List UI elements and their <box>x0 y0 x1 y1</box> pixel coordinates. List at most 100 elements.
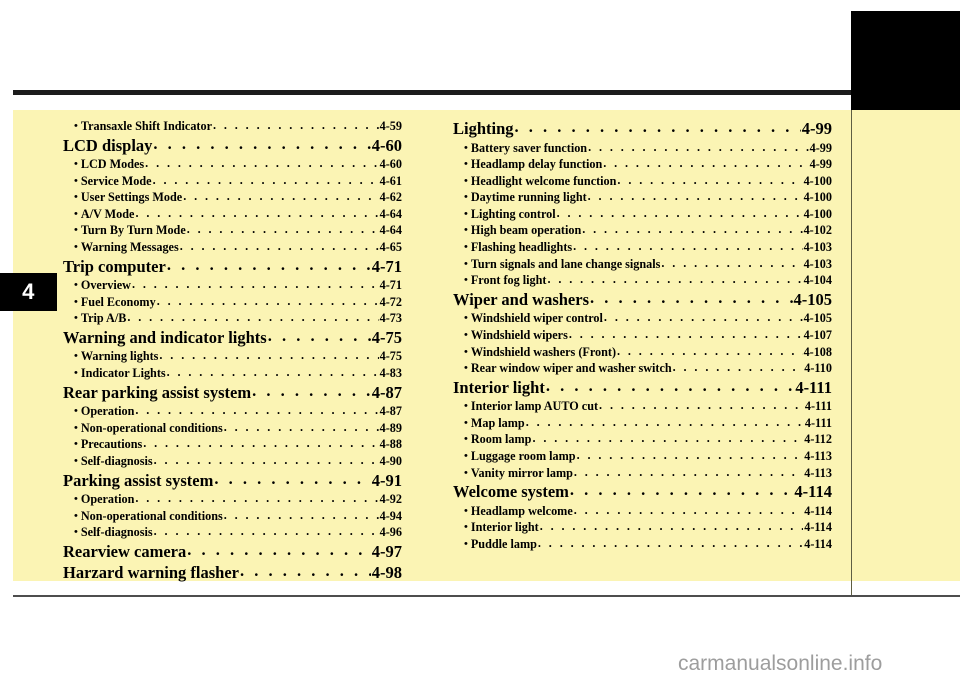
toc-subsection-entry[interactable]: • Non-operational conditions. . . . . . .… <box>63 420 402 437</box>
leader-dots: . . . . . . . . . . . . . . . . . . . . … <box>617 343 803 358</box>
leader-dots: . . . . . . . . . . . . . . . . . . . . … <box>214 468 370 488</box>
toc-subsection-entry[interactable]: • Headlight welcome function. . . . . . .… <box>453 173 832 190</box>
toc-subsection-entry[interactable]: • Battery saver function. . . . . . . . .… <box>453 140 832 157</box>
toc-entry-page-number: 4-64 <box>379 206 402 221</box>
bullet-icon: • <box>74 279 78 292</box>
toc-entry-title: Lighting <box>453 119 514 138</box>
toc-entry-title: Luggage room lamp <box>470 449 576 463</box>
toc-section-entry[interactable]: Harzard warning flasher. . . . . . . . .… <box>63 561 402 584</box>
toc-subsection-entry[interactable]: • Puddle lamp. . . . . . . . . . . . . . … <box>453 536 832 553</box>
toc-section-entry[interactable]: Wiper and washers. . . . . . . . . . . .… <box>453 287 832 311</box>
leader-dots: . . . . . . . . . . . . . . . . . . . . … <box>603 310 803 325</box>
toc-subsection-entry[interactable]: • Room lamp. . . . . . . . . . . . . . . … <box>453 431 832 448</box>
toc-entry-page-number: 4-102 <box>803 223 832 238</box>
toc-subsection-entry[interactable]: • Non-operational conditions. . . . . . .… <box>63 508 402 525</box>
toc-subsection-entry[interactable]: • Windshield wipers. . . . . . . . . . . … <box>453 327 832 344</box>
toc-entry-title: Interior light <box>470 520 539 535</box>
toc-entry-page-number: 4-72 <box>379 294 402 309</box>
toc-subsection-entry[interactable]: • Map lamp. . . . . . . . . . . . . . . .… <box>453 415 832 432</box>
toc-entry-title: Trip A/B <box>80 311 127 326</box>
toc-subsection-entry[interactable]: • Lighting control. . . . . . . . . . . .… <box>453 206 832 223</box>
toc-subsection-entry[interactable]: • Overview. . . . . . . . . . . . . . . .… <box>63 277 402 294</box>
toc-subsection-entry[interactable]: • Windshield washers (Front). . . . . . .… <box>453 344 832 361</box>
bullet-icon: • <box>74 454 78 467</box>
toc-entry-page-number: 4-60 <box>379 157 402 172</box>
toc-entry-page-number: 4-60 <box>371 135 402 155</box>
toc-section-entry[interactable]: LCD display. . . . . . . . . . . . . . .… <box>63 134 402 157</box>
bullet-icon: • <box>464 257 468 270</box>
toc-subsection-entry[interactable]: • Fuel Economy. . . . . . . . . . . . . .… <box>63 294 402 311</box>
toc-subsection-entry[interactable]: • Interior light. . . . . . . . . . . . .… <box>453 519 832 536</box>
toc-section-entry[interactable]: Warning and indicator lights. . . . . . … <box>63 326 402 349</box>
toc-entry-title: Operation <box>80 492 135 506</box>
toc-entry-page-number: 4-87 <box>379 404 402 419</box>
toc-entry-page-number: 4-75 <box>379 349 402 364</box>
leader-dots: . . . . . . . . . . . . . . . . . . . . … <box>514 117 801 136</box>
leader-dots: . . . . . . . . . . . . . . . . . . . . … <box>568 326 803 341</box>
toc-entry-title: Lighting control <box>470 206 556 221</box>
toc-subsection-entry[interactable]: • Windshield wiper control. . . . . . . .… <box>453 310 832 327</box>
toc-entry-title: Windshield wiper control <box>470 311 603 326</box>
toc-entry-title: Daytime running light <box>470 190 587 205</box>
toc-subsection-entry[interactable]: • High beam operation. . . . . . . . . . … <box>453 222 832 239</box>
bullet-icon: • <box>464 345 468 358</box>
toc-subsection-entry[interactable]: • User Settings Mode. . . . . . . . . . .… <box>63 189 402 206</box>
leader-dots: . . . . . . . . . . . . . . . . . . . . … <box>617 172 802 187</box>
toc-entry-title: Headlight welcome function <box>470 173 617 188</box>
toc-section-entry[interactable]: Rear parking assist system. . . . . . . … <box>63 381 402 404</box>
bullet-icon: • <box>464 274 468 287</box>
toc-subsection-entry[interactable]: • Interior lamp AUTO cut. . . . . . . . .… <box>453 398 832 415</box>
leader-dots: . . . . . . . . . . . . . . . . . . . . … <box>213 118 379 132</box>
toc-entry-title: Overview <box>80 278 131 293</box>
bullet-icon: • <box>74 526 78 539</box>
toc-subsection-entry[interactable]: • Headlamp welcome. . . . . . . . . . . .… <box>453 503 832 520</box>
toc-section-entry[interactable]: Rearview camera. . . . . . . . . . . . .… <box>63 540 402 563</box>
leader-dots: . . . . . . . . . . . . . . . . . . . . … <box>573 502 803 517</box>
toc-subsection-entry[interactable]: • Warning lights. . . . . . . . . . . . .… <box>63 348 402 365</box>
site-watermark: carmanualsonline.info <box>678 652 883 675</box>
bullet-icon: • <box>74 174 78 187</box>
leader-dots: . . . . . . . . . . . . . . . . . . . . … <box>590 287 793 307</box>
toc-subsection-entry[interactable]: • A/V Mode. . . . . . . . . . . . . . . .… <box>63 206 402 223</box>
toc-entry-title: Self-diagnosis <box>80 525 153 540</box>
toc-entry-page-number: 4-103 <box>803 240 832 255</box>
toc-entry-page-number: 4-75 <box>371 327 402 347</box>
toc-subsection-entry[interactable]: • Headlamp delay function. . . . . . . . … <box>453 156 832 173</box>
leader-dots: . . . . . . . . . . . . . . . . . . . . … <box>159 348 378 363</box>
toc-subsection-entry[interactable]: • Service Mode. . . . . . . . . . . . . .… <box>63 173 402 190</box>
toc-subsection-entry[interactable]: • Turn By Turn Mode. . . . . . . . . . . … <box>63 222 402 239</box>
toc-subsection-entry[interactable]: • Flashing headlights. . . . . . . . . . … <box>453 239 832 256</box>
leader-dots: . . . . . . . . . . . . . . . . . . . . … <box>156 293 379 308</box>
toc-section-entry[interactable]: Interior light. . . . . . . . . . . . . … <box>453 376 832 399</box>
toc-entry-page-number: 4-59 <box>379 119 402 133</box>
toc-subsection-entry[interactable]: • Turn signals and lane change signals. .… <box>453 256 832 273</box>
bullet-icon: • <box>464 400 468 413</box>
bullet-icon: • <box>464 362 468 375</box>
bullet-icon: • <box>464 521 468 534</box>
toc-section-entry[interactable]: Welcome system. . . . . . . . . . . . . … <box>453 480 832 503</box>
leader-dots: . . . . . . . . . . . . . . . . . . . . … <box>179 239 379 254</box>
leader-dots: . . . . . . . . . . . . . . . . . . . . … <box>525 414 804 429</box>
toc-subsection-entry[interactable]: • LCD Modes. . . . . . . . . . . . . . . … <box>63 156 402 173</box>
bullet-icon: • <box>74 120 78 132</box>
toc-subsection-entry[interactable]: • Precautions. . . . . . . . . . . . . . … <box>63 436 402 453</box>
toc-subsection-entry[interactable]: • Operation. . . . . . . . . . . . . . . … <box>63 491 402 508</box>
leader-dots: . . . . . . . . . . . . . . . . . . . . … <box>131 277 379 292</box>
toc-subsection-entry[interactable]: • Luggage room lamp. . . . . . . . . . . … <box>453 448 832 465</box>
toc-entry-page-number: 4-110 <box>804 361 832 376</box>
toc-section-entry[interactable]: Trip computer. . . . . . . . . . . . . .… <box>63 255 402 278</box>
toc-subsection-entry[interactable]: • Daytime running light. . . . . . . . . … <box>453 189 832 206</box>
toc-section-entry[interactable]: Parking assist system. . . . . . . . . .… <box>63 468 402 492</box>
toc-entry-page-number: 4-92 <box>379 492 402 506</box>
bullet-icon: • <box>464 141 468 154</box>
bullet-icon: • <box>74 438 78 451</box>
toc-section-entry[interactable]: Lighting. . . . . . . . . . . . . . . . … <box>453 117 832 140</box>
toc-entry-title: A/V Mode <box>80 206 135 221</box>
toc-subsection-entry[interactable]: • Operation. . . . . . . . . . . . . . . … <box>63 403 402 420</box>
footer-rule <box>13 595 960 597</box>
leader-dots: . . . . . . . . . . . . . . . . . . . . … <box>153 452 379 467</box>
toc-entry-page-number: 4-89 <box>379 420 402 435</box>
leader-dots: . . . . . . . . . . . . . . . . . . . . … <box>573 464 803 479</box>
bullet-icon: • <box>464 433 468 446</box>
bullet-icon: • <box>74 295 78 308</box>
